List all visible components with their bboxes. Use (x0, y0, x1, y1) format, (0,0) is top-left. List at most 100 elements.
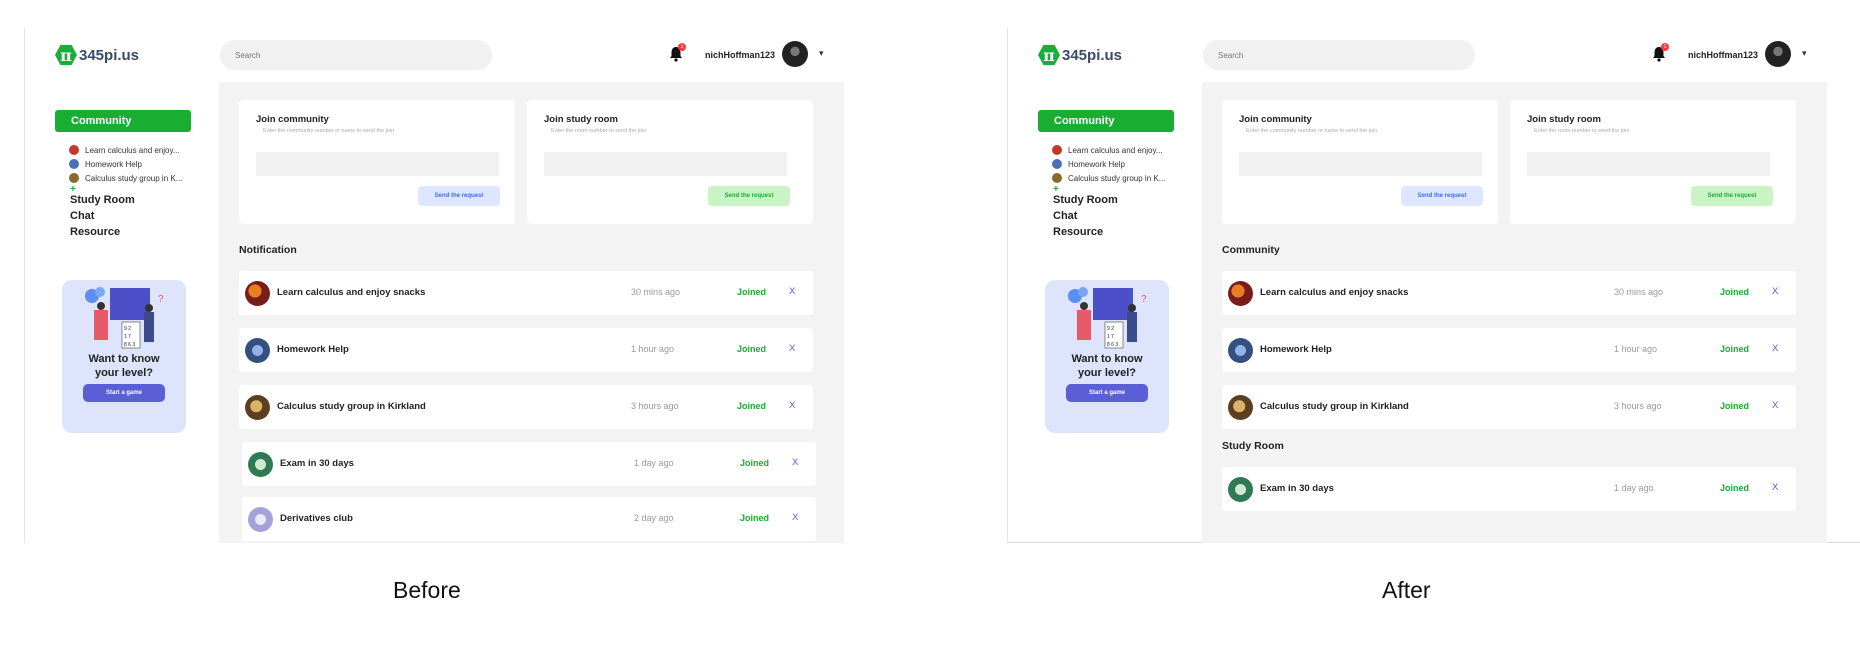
sidebar-community-item[interactable]: Calculus study group in K... (69, 173, 182, 183)
send-study-room-request-button[interactable]: Send the request (708, 186, 790, 206)
close-icon[interactable]: X (792, 512, 798, 523)
close-icon[interactable]: X (1772, 482, 1778, 493)
chevron-down-icon[interactable]: ▾ (1802, 48, 1807, 59)
sidebar-community-label: Calculus study group in K... (1068, 173, 1166, 183)
notification-row[interactable]: Homework Help 1 hour ago Joined X (239, 328, 813, 372)
community-search-field[interactable] (1239, 152, 1482, 176)
community-row[interactable]: Learn calculus and enjoy snacks 30 mins … (1222, 271, 1796, 315)
user-avatar[interactable] (1765, 41, 1791, 67)
community-avatar (1052, 159, 1062, 169)
close-icon[interactable]: X (789, 286, 795, 297)
row-name: Homework Help (277, 344, 349, 355)
join-community-card: Join community Enter the community numbe… (239, 100, 515, 224)
after-caption: After (1382, 577, 1431, 603)
row-status: Joined (740, 513, 770, 523)
row-time: 3 hours ago (631, 401, 679, 411)
notification-bell-icon[interactable]: 1 (1650, 43, 1669, 63)
row-status: Joined (737, 401, 767, 411)
close-icon[interactable]: X (1772, 343, 1778, 354)
send-study-room-request-button[interactable]: Send the request (1691, 186, 1773, 206)
sidebar-item-community[interactable]: Community (55, 110, 191, 132)
study-room-row[interactable]: Exam in 30 days 1 day ago Joined X (1222, 467, 1796, 511)
svg-text:8 6 3: 8 6 3 (124, 342, 135, 348)
logo-text: 345pi.us (1062, 46, 1123, 64)
join-community-card: Join community Enter the community numbe… (1222, 100, 1498, 224)
row-time: 30 mins ago (631, 287, 681, 297)
notification-row[interactable]: Learn calculus and enjoy snacks 30 mins … (239, 271, 813, 315)
sidebar-community-item[interactable]: Calculus study group in K... (1052, 173, 1165, 183)
community-avatar (69, 173, 79, 183)
notification-row[interactable]: Calculus study group in Kirkland 3 hours… (239, 385, 813, 429)
sidebar-item-chat[interactable]: Chat (70, 210, 94, 222)
study-room-field[interactable] (544, 152, 787, 176)
username[interactable]: nichHoffman123 (1688, 50, 1758, 60)
sidebar-item-resource[interactable]: Resource (1053, 226, 1103, 238)
close-icon[interactable]: X (792, 457, 798, 468)
logo[interactable]: π 345pi.us (55, 44, 139, 66)
community-avatar (1228, 395, 1253, 420)
notification-row[interactable]: Derivatives club 2 day ago Joined X (242, 497, 816, 541)
row-name: Calculus study group in Kirkland (277, 401, 426, 412)
search-input[interactable] (1203, 40, 1475, 70)
sidebar-item-chat[interactable]: Chat (1053, 210, 1077, 222)
start-game-button[interactable]: Start a game (1066, 384, 1148, 402)
send-community-request-button[interactable]: Send the request (418, 186, 500, 206)
community-search-field[interactable] (256, 152, 499, 176)
community-avatar (1052, 173, 1062, 183)
row-status: Joined (737, 287, 767, 297)
row-time: 3 hours ago (1614, 401, 1662, 411)
row-status: Joined (1720, 344, 1750, 354)
row-name: Exam in 30 days (280, 458, 354, 469)
notification-row[interactable]: Exam in 30 days 1 day ago Joined X (242, 442, 816, 486)
students-illustration: ? 9 2 1 7 8 6 3 (1068, 287, 1147, 349)
svg-text:8 6 3: 8 6 3 (1107, 342, 1118, 348)
start-game-button[interactable]: Start a game (83, 384, 165, 402)
row-status: Joined (740, 458, 770, 468)
logo[interactable]: π 345pi.us (1038, 44, 1122, 66)
after-screen: π 345pi.us 1 nichHoffman123 ▾ Community … (1007, 28, 1860, 543)
close-icon[interactable]: X (789, 343, 795, 354)
sidebar-item-study-room[interactable]: Study Room (1053, 194, 1118, 206)
before-screen: π 345pi.us 1 nichHoffman123 ▾ Community … (24, 28, 886, 543)
send-community-request-button[interactable]: Send the request (1401, 186, 1483, 206)
join-study-room-title: Join study room (544, 114, 618, 125)
svg-text:9 2: 9 2 (1107, 326, 1114, 332)
row-name: Derivatives club (280, 513, 353, 524)
study-room-field[interactable] (1527, 152, 1770, 176)
community-row[interactable]: Calculus study group in Kirkland 3 hours… (1222, 385, 1796, 429)
sidebar-community-item[interactable]: Learn calculus and enjoy... (1052, 145, 1163, 155)
join-study-room-card: Join study room Enter the room number to… (527, 100, 813, 224)
username[interactable]: nichHoffman123 (705, 50, 775, 60)
row-name: Learn calculus and enjoy snacks (277, 287, 426, 298)
search-input[interactable] (220, 40, 492, 70)
user-avatar[interactable] (782, 41, 808, 67)
sidebar-item-resource[interactable]: Resource (70, 226, 120, 238)
chevron-down-icon[interactable]: ▾ (819, 48, 824, 59)
notification-bell-icon[interactable]: 1 (667, 43, 686, 63)
game-promo-card: ? 9 2 1 7 8 6 3 Want to know your level?… (1045, 280, 1169, 433)
close-icon[interactable]: X (1772, 286, 1778, 297)
community-row[interactable]: Homework Help 1 hour ago Joined X (1222, 328, 1796, 372)
sidebar-item-community[interactable]: Community (1038, 110, 1174, 132)
close-icon[interactable]: X (789, 400, 795, 411)
community-section-title: Community (1222, 244, 1280, 256)
sidebar-community-item[interactable]: Homework Help (1052, 159, 1125, 169)
row-name: Calculus study group in Kirkland (1260, 401, 1409, 412)
game-promo-card: ? 9 2 1 7 8 6 3 Want to know your level?… (62, 280, 186, 433)
row-status: Joined (1720, 287, 1750, 297)
community-avatar (1052, 145, 1062, 155)
sidebar-community-item[interactable]: Learn calculus and enjoy... (69, 145, 180, 155)
row-time: 1 hour ago (631, 344, 675, 354)
join-community-hint: Enter the community number or name to se… (1246, 128, 1378, 134)
game-card-title-line: your level? (94, 367, 154, 379)
row-name: Exam in 30 days (1260, 483, 1334, 494)
sidebar-community-item[interactable]: Homework Help (69, 159, 142, 169)
row-status: Joined (737, 344, 767, 354)
row-name: Homework Help (1260, 344, 1332, 355)
main-content: Join community Enter the community numbe… (1202, 82, 1827, 543)
sidebar-item-study-room[interactable]: Study Room (70, 194, 135, 206)
notification-badge: 1 (1661, 43, 1669, 51)
close-icon[interactable]: X (1772, 400, 1778, 411)
row-time: 1 hour ago (1614, 344, 1658, 354)
join-study-room-hint: Enter the room number to send the join (551, 128, 647, 134)
